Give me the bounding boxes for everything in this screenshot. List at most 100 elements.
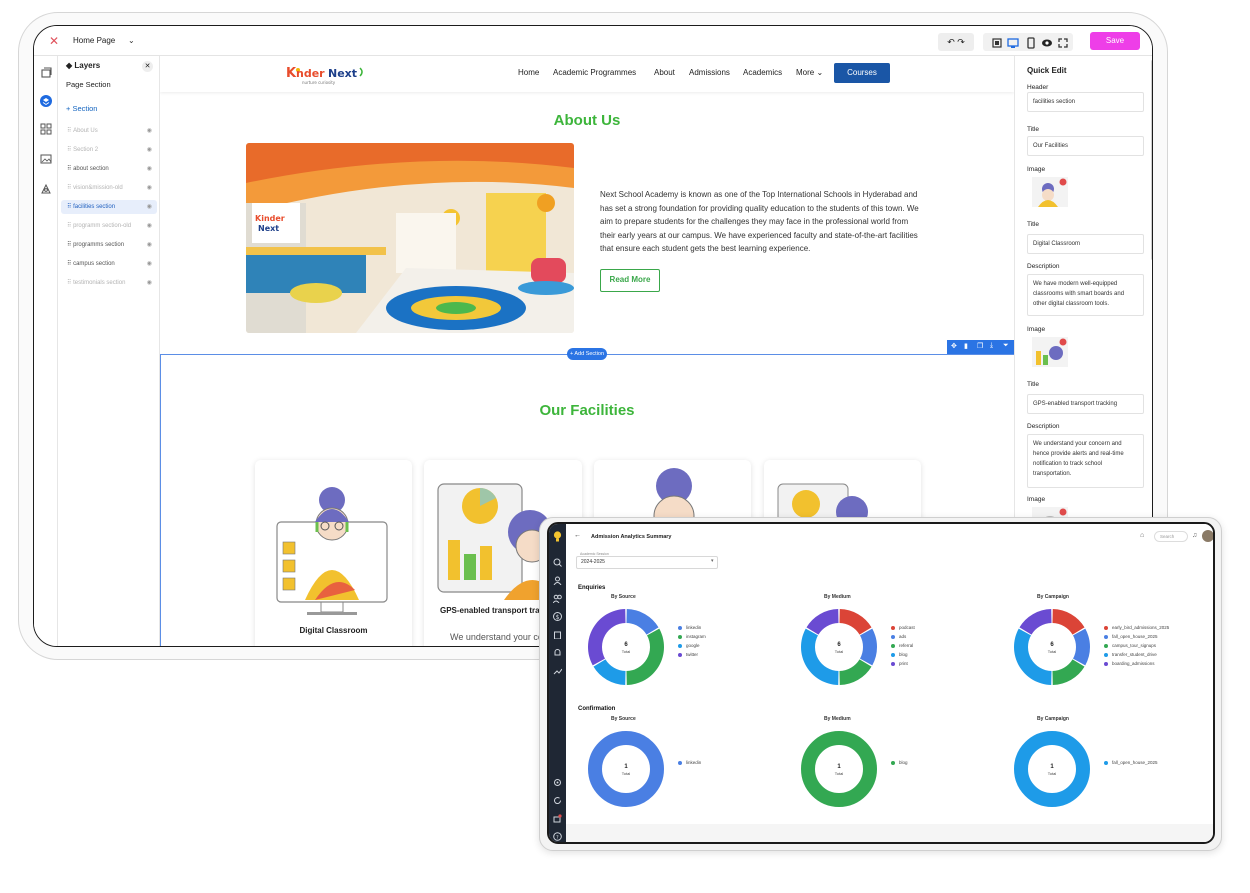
donut-slice[interactable] [806,609,839,635]
visibility-icon[interactable]: ◉ [147,162,152,176]
visibility-icon[interactable]: ◉ [147,181,152,195]
kindernext-logo[interactable]: K nder Next nurture curiosity [284,62,374,86]
save-button[interactable]: Save [1090,32,1140,50]
move-icon[interactable]: ✥ [951,342,957,350]
legend-item[interactable]: transfer_student_drive [1104,650,1169,659]
donut-slice[interactable] [860,628,877,666]
users-icon[interactable] [552,590,562,604]
nav-more[interactable]: More ⌄ [796,68,823,77]
preview-eye-icon[interactable] [1041,36,1053,48]
avatar[interactable] [1202,530,1213,542]
download-icon[interactable]: ⤓ [990,342,993,350]
close-icon[interactable]: ✕ [142,61,153,72]
layer-item[interactable]: ⠿ about section ◉ [61,162,157,176]
settings-icon[interactable] [553,774,562,786]
theme-icon[interactable] [40,182,52,194]
close-icon[interactable]: ✕ [47,34,61,48]
delete-icon[interactable]: ▮ [964,342,968,350]
add-section-button[interactable]: + Section [66,104,97,113]
legend-item[interactable]: early_bird_admissions_2025 [1104,623,1169,632]
scrollbar[interactable] [1151,60,1152,260]
search-input[interactable]: Search [1154,531,1188,542]
legend-item[interactable]: linkedin [678,758,701,767]
nav-academics[interactable]: Academics [743,68,782,77]
duplicate-icon[interactable]: ❐ [977,342,983,350]
donut-slice[interactable] [1052,609,1085,635]
legend-item[interactable]: fall_open_house_2025 [1104,632,1169,641]
image-thumbnail[interactable] [1032,177,1068,207]
courses-button[interactable]: Courses [834,63,890,83]
legend-item[interactable]: blog [891,758,908,767]
nav-academic-programmes[interactable]: Academic Programmes [553,68,636,77]
facility-card[interactable]: Digital Classroom [255,460,412,646]
layer-item[interactable]: ⠿ campus section ◉ [61,257,157,271]
legend-item[interactable]: blog [891,650,915,659]
undo-redo-buttons[interactable]: ↶ ↷ [938,33,974,51]
user-icon[interactable] [553,572,562,586]
filter-icon[interactable]: ⏷ [1003,342,1009,350]
add-section-pill[interactable]: + Add Section [567,348,607,360]
donut-slice[interactable] [626,628,664,685]
chevron-down-icon[interactable]: ▾ [711,558,714,564]
donut-slice[interactable] [839,609,872,635]
donut-chart[interactable]: 1Total [799,729,879,809]
donut-slice[interactable] [1052,659,1085,685]
nav-admissions[interactable]: Admissions [689,68,730,77]
building-icon[interactable] [553,626,562,640]
frame-icon[interactable] [991,36,1003,48]
layer-item[interactable]: ⠿ programm section-old ◉ [61,219,157,233]
components-icon[interactable] [40,122,52,135]
legend-item[interactable]: print [891,659,915,668]
layer-item[interactable]: ⠿ facilities section ◉ [61,200,157,214]
donut-chart[interactable]: 1Total [1012,729,1092,809]
legend-item[interactable]: boarding_admissions [1104,659,1169,668]
bell-icon[interactable] [553,644,562,656]
donut-slice[interactable] [593,659,626,685]
item1-desc-field[interactable]: We have modern well-equipped classrooms … [1027,274,1144,316]
donut-slice[interactable] [626,609,659,635]
legend-item[interactable]: referral [891,641,915,650]
donut-slice[interactable] [1014,628,1052,685]
layers-icon[interactable] [40,94,52,107]
title-field[interactable]: Our Facilities [1027,136,1144,156]
legend-item[interactable]: podcast [891,623,915,632]
desktop-icon[interactable] [1007,36,1019,48]
nav-home[interactable]: Home [518,68,539,77]
search-icon[interactable] [553,554,562,567]
layer-item[interactable]: ⠿ programms section ◉ [61,238,157,252]
donut-slice[interactable] [801,628,839,685]
donut-slice[interactable] [1073,628,1090,666]
header-field[interactable]: facilities section [1027,92,1144,112]
layer-item[interactable]: ⠿ Section 2 ◉ [61,143,157,157]
visibility-icon[interactable]: ◉ [147,219,152,233]
legend-item[interactable]: ads [891,632,915,641]
visibility-icon[interactable]: ◉ [147,276,152,290]
visibility-icon[interactable]: ◉ [147,124,152,138]
chart-icon[interactable] [553,662,563,675]
legend-item[interactable]: linkedin [678,623,706,632]
donut-slice[interactable] [1019,609,1052,635]
donut-slice[interactable] [839,659,872,685]
item2-desc-field[interactable]: We understand your concern and hence pro… [1027,434,1144,488]
refresh-icon[interactable] [553,792,562,804]
donut-chart[interactable]: 6Total [1012,607,1092,687]
help-icon[interactable]: ? [553,828,562,841]
image-thumbnail[interactable] [1032,337,1068,367]
visibility-icon[interactable]: ◉ [147,238,152,252]
donut-chart[interactable]: 6Total [586,607,666,687]
visibility-icon[interactable]: ◉ [147,143,152,157]
legend-item[interactable]: twitter [678,650,706,659]
legend-item[interactable]: google [678,641,706,650]
notification-icon[interactable] [553,810,562,823]
donut-chart[interactable]: 6Total [799,607,879,687]
item1-title-field[interactable]: Digital Classroom [1027,234,1144,254]
donut-slice[interactable] [588,609,626,666]
read-more-button[interactable]: Read More [600,269,660,292]
back-arrow-icon[interactable]: ← [574,532,581,539]
visibility-icon[interactable]: ◉ [147,200,152,214]
layer-item[interactable]: ⠿ About Us ◉ [61,124,157,138]
nav-about[interactable]: About [654,68,675,77]
logo-bulb-icon[interactable] [553,529,562,542]
session-select[interactable]: 2024-2025 [576,556,718,569]
pages-icon[interactable] [40,66,52,78]
